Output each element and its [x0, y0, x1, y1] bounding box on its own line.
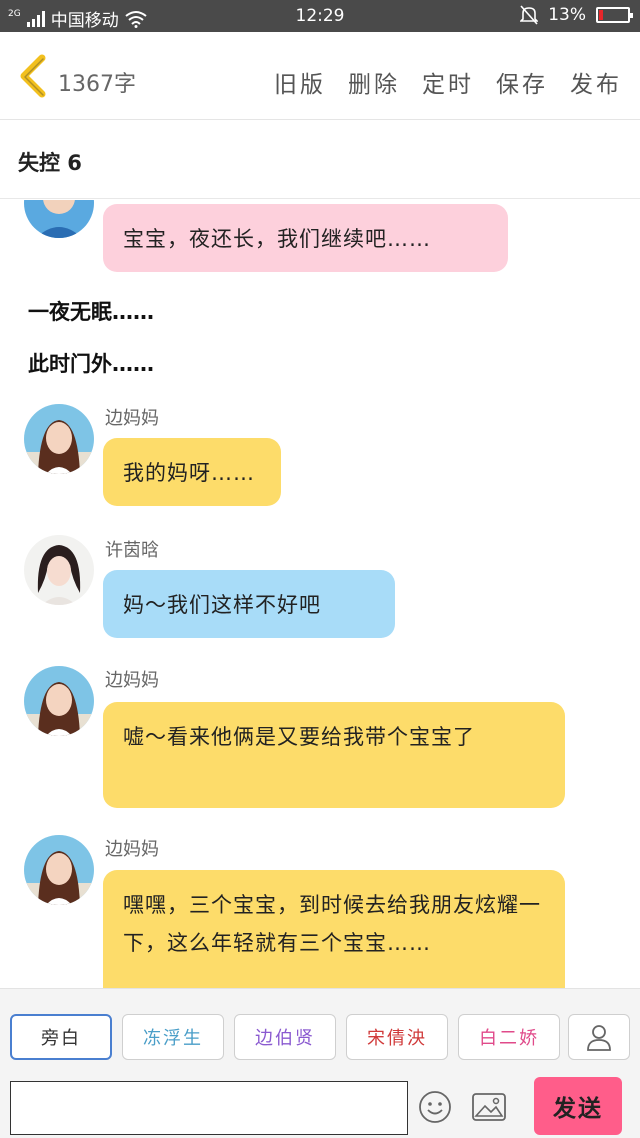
delete-button[interactable]: 删除 — [348, 65, 400, 99]
composer-panel: 旁白 冻浮生 边伯贤 宋倩泱 白二娇 发送 — [0, 988, 640, 1138]
avatar[interactable] — [24, 535, 94, 605]
editor-header: 1367字 旧版 删除 定时 保存 发布 — [0, 32, 640, 120]
mute-bell-icon — [520, 5, 539, 25]
emoji-icon[interactable] — [418, 1090, 452, 1124]
role-button[interactable]: 宋倩泱 — [346, 1014, 448, 1060]
avatar[interactable] — [24, 404, 94, 474]
back-arrow-icon[interactable] — [14, 54, 54, 98]
word-count: 1367字 — [58, 72, 136, 97]
header-actions: 旧版 删除 定时 保存 发布 — [274, 65, 622, 99]
image-icon[interactable] — [472, 1093, 506, 1121]
battery-level — [599, 10, 603, 20]
role-selector: 旁白 冻浮生 边伯贤 宋倩泱 白二娇 — [10, 1014, 590, 1060]
role-narrator[interactable]: 旁白 — [10, 1014, 112, 1060]
speaker-name: 边妈妈 — [105, 839, 159, 860]
battery-percent: 13% — [548, 5, 586, 25]
send-button[interactable]: 发送 — [534, 1077, 622, 1135]
story-title: 失控 6 — [18, 151, 82, 175]
role-button[interactable]: 白二娇 — [458, 1014, 560, 1060]
message-bubble[interactable]: 嘿嘿，三个宝宝，到时候去给我朋友炫耀一下，这么年轻就有三个宝宝…… — [103, 870, 565, 988]
role-button[interactable]: 边伯贤 — [234, 1014, 336, 1060]
character-manage-button[interactable] — [568, 1014, 630, 1060]
message-bubble[interactable]: 宝宝，夜还长，我们继续吧…… — [103, 204, 508, 272]
message-bubble[interactable]: 我的妈呀…… — [103, 438, 281, 506]
story-title-bar[interactable]: 失控 6 — [0, 121, 640, 199]
avatar[interactable] — [24, 835, 94, 905]
speaker-name: 边妈妈 — [105, 670, 159, 691]
save-button[interactable]: 保存 — [496, 65, 548, 99]
message-bubble[interactable]: 妈～我们这样不好吧 — [103, 570, 395, 638]
speaker-name: 边妈妈 — [105, 408, 159, 429]
person-icon — [587, 1025, 611, 1051]
narration-text[interactable]: 此时门外…… — [28, 348, 154, 378]
avatar[interactable] — [24, 666, 94, 736]
message-input[interactable] — [10, 1081, 408, 1135]
status-bar: 2G 中国移动 12:29 13% — [0, 0, 640, 32]
publish-button[interactable]: 发布 — [570, 65, 622, 99]
schedule-button[interactable]: 定时 — [422, 65, 474, 99]
role-button[interactable]: 冻浮生 — [122, 1014, 224, 1060]
message-bubble[interactable]: 嘘～看来他俩是又要给我带个宝宝了 — [103, 702, 565, 808]
chat-area[interactable]: 宝宝，夜还长，我们继续吧…… 一夜无眠…… 此时门外…… 边妈妈 我的妈呀…… … — [0, 200, 640, 988]
old-version-button[interactable]: 旧版 — [274, 65, 326, 99]
status-right: 13% — [520, 5, 633, 25]
avatar[interactable] — [24, 200, 94, 238]
narration-text[interactable]: 一夜无眠…… — [28, 296, 154, 326]
speaker-name: 许茵晗 — [105, 540, 159, 561]
battery-icon — [596, 7, 633, 23]
